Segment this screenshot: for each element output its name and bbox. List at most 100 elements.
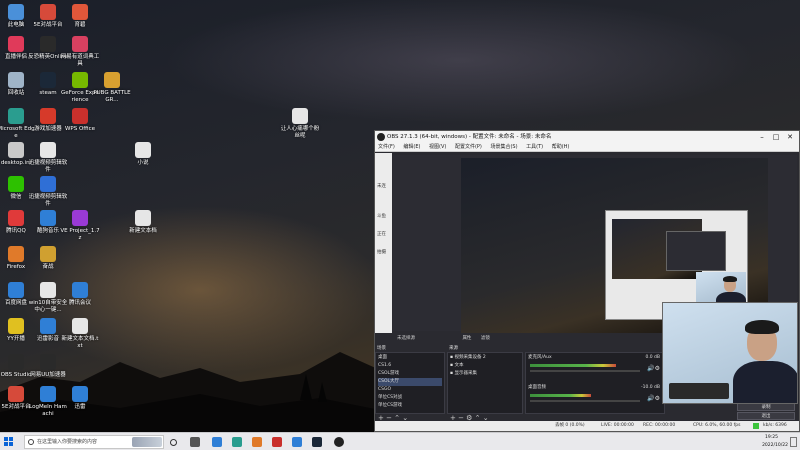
obs-title-bar[interactable]: OBS 27.1.3 (64-bit, windows) - 配置文件: 未命名…	[375, 131, 799, 143]
firefox-icon[interactable]	[252, 437, 262, 447]
sources-dock: ▪ 视频采集设备 2 ▪ 文本 ▪ 显示器采集 + − ⚙ ⌃ ⌄	[447, 352, 523, 422]
dropped-frames: 丢帧 0 (0.0%)	[555, 423, 585, 428]
app-icon	[72, 210, 88, 226]
source-item[interactable]: ▪ 文本	[450, 362, 520, 370]
obs-window-title: OBS 27.1.3 (64-bit, windows) - 配置文件: 未命名…	[387, 134, 552, 140]
no-source-label: 未选择源	[397, 336, 415, 341]
app-icon	[72, 282, 88, 298]
app-icon	[40, 36, 56, 52]
source-item[interactable]: ▪ 视频采集设备 2	[450, 354, 520, 362]
app-icon	[40, 108, 56, 124]
scene-item[interactable]: CSOL大厅	[378, 378, 442, 386]
desktop-icon[interactable]: VE Project_1.7z	[60, 210, 100, 241]
menu-edit[interactable]: 编辑(E)	[403, 144, 420, 150]
desktop-icon[interactable]: 小说	[123, 142, 163, 167]
desktop-icon[interactable]: 网易有道词典工具	[60, 36, 100, 67]
menu-profile[interactable]: 配置文件(P)	[455, 144, 482, 150]
minimize-icon[interactable]: –	[755, 131, 769, 143]
desktop-icon-label: 网易有道词典工具	[60, 54, 100, 67]
cortana-image-icon[interactable]	[132, 437, 162, 447]
scene-item[interactable]: CS1.6	[378, 362, 442, 370]
app-icon[interactable]	[292, 437, 302, 447]
desktop-icon[interactable]: 迅雷	[60, 386, 100, 411]
desktop-icon[interactable]: 新建文本档	[123, 210, 163, 235]
app-icon	[40, 282, 56, 298]
obs-taskbar-icon[interactable]	[334, 437, 344, 447]
scene-item[interactable]: CSOL游戏	[378, 370, 442, 378]
record-button[interactable]: 录制	[737, 403, 795, 411]
obs-side-dock: 未连 斗鱼 正在 拍摄	[375, 153, 392, 333]
scene-item[interactable]: 单位CS游戏	[378, 402, 442, 410]
desktop-icon[interactable]: 迅捷视频剪辑软件	[28, 176, 68, 207]
close-icon[interactable]: ✕	[783, 131, 797, 143]
volume-slider-track[interactable]	[530, 370, 640, 372]
app-icon	[40, 386, 56, 402]
audio-mixer-dock: 麦克风/Aux 0.0 dB 🔊⚙ 桌面音频 -10.0 dB 🔊⚙	[525, 352, 665, 414]
exit-button[interactable]: 退出	[737, 412, 795, 420]
desktop-icon[interactable]: 迅捷视频剪辑软件	[28, 142, 68, 173]
desktop-icon[interactable]: PUBG BATTLEGR...	[92, 72, 132, 103]
scenes-dock: 桌面 CS1.6 CSOL游戏 CSOL大厅 CSGO 单位CS对战 单位CS游…	[375, 352, 445, 422]
desktop-icon-label: 网易UU加速器	[30, 372, 66, 378]
windows-start-icon[interactable]	[4, 437, 14, 447]
side-tab[interactable]: 拍摄	[377, 249, 391, 255]
speaker-icon[interactable]: 🔊⚙	[647, 365, 660, 372]
app-icon	[135, 142, 151, 158]
maximize-icon[interactable]: □	[769, 131, 783, 143]
app-icon	[8, 210, 24, 226]
live-timer: LIVE: 00:00:00	[601, 423, 634, 428]
app-icon	[72, 318, 88, 334]
filters-button[interactable]: 滤镜	[481, 336, 490, 341]
app-icon[interactable]	[272, 437, 282, 447]
app-icon	[104, 72, 120, 88]
menu-tools[interactable]: 工具(T)	[526, 144, 543, 150]
desktop-icon-label: 育碧	[74, 22, 86, 28]
desktop-icon-label: 迅雷	[74, 404, 86, 410]
app-icon	[40, 176, 56, 192]
app-icon	[8, 176, 24, 192]
app-icon	[40, 246, 56, 262]
rec-timer: REC: 00:00:00	[643, 423, 676, 428]
desktop-icon[interactable]: 新建文本文档.txt	[60, 318, 100, 349]
speaker-icon[interactable]: 🔊⚙	[647, 395, 660, 402]
properties-button[interactable]: 属性	[462, 336, 471, 341]
edge-icon[interactable]	[232, 437, 242, 447]
side-tab[interactable]: 斗鱼	[377, 213, 391, 219]
scene-item[interactable]: CSGO	[378, 386, 442, 394]
menu-scene-collection[interactable]: 场景集合(S)	[490, 144, 517, 150]
app-icon	[8, 354, 24, 370]
desktop-icon-label: 迅捷视频剪辑软件	[28, 194, 68, 207]
side-tab[interactable]: 未连	[377, 183, 391, 189]
app-icon	[8, 4, 24, 20]
cortana-circle-icon[interactable]	[170, 439, 177, 446]
scene-item[interactable]: 桌面	[378, 354, 442, 362]
desktop-icon[interactable]: 腾讯会议	[60, 282, 100, 307]
desktop-icon[interactable]: 奋战	[28, 246, 68, 271]
menu-file[interactable]: 文件(F)	[378, 144, 395, 150]
clock-date[interactable]: 2022/10/22	[762, 441, 788, 450]
menu-view[interactable]: 视图(V)	[429, 144, 446, 150]
status-indicator	[753, 423, 759, 429]
desktop-icon-label: PUBG BATTLEGR...	[93, 90, 131, 103]
volume-slider-track[interactable]	[530, 400, 640, 402]
scene-item[interactable]: 单位CS对战	[378, 394, 442, 402]
app-icon	[8, 318, 24, 334]
source-item[interactable]: ▪ 显示器采集	[450, 370, 520, 378]
task-view-icon[interactable]	[190, 437, 200, 447]
desktop-icon[interactable]: 网易UU加速器	[28, 354, 68, 379]
app-icon	[72, 4, 88, 20]
search-icon	[28, 439, 34, 445]
steam-icon[interactable]	[312, 437, 322, 447]
desktop-icon[interactable]: 育碧	[60, 4, 100, 29]
side-tab[interactable]: 正在	[377, 231, 391, 237]
app-icon	[40, 210, 56, 226]
file-explorer-icon[interactable]	[212, 437, 222, 447]
desktop-icon[interactable]: 让人心痛哪个粉丝呢	[280, 108, 320, 139]
obs-status-bar: 丢帧 0 (0.0%) LIVE: 00:00:00 REC: 00:00:00…	[375, 421, 799, 431]
notification-icon[interactable]	[790, 437, 797, 447]
desktop-icon[interactable]: WPS Office	[60, 108, 100, 133]
menu-help[interactable]: 帮助(H)	[552, 144, 570, 150]
app-icon	[8, 386, 24, 402]
app-icon	[8, 36, 24, 52]
desktop-icon-label: 新建文本文档.txt	[61, 336, 99, 349]
